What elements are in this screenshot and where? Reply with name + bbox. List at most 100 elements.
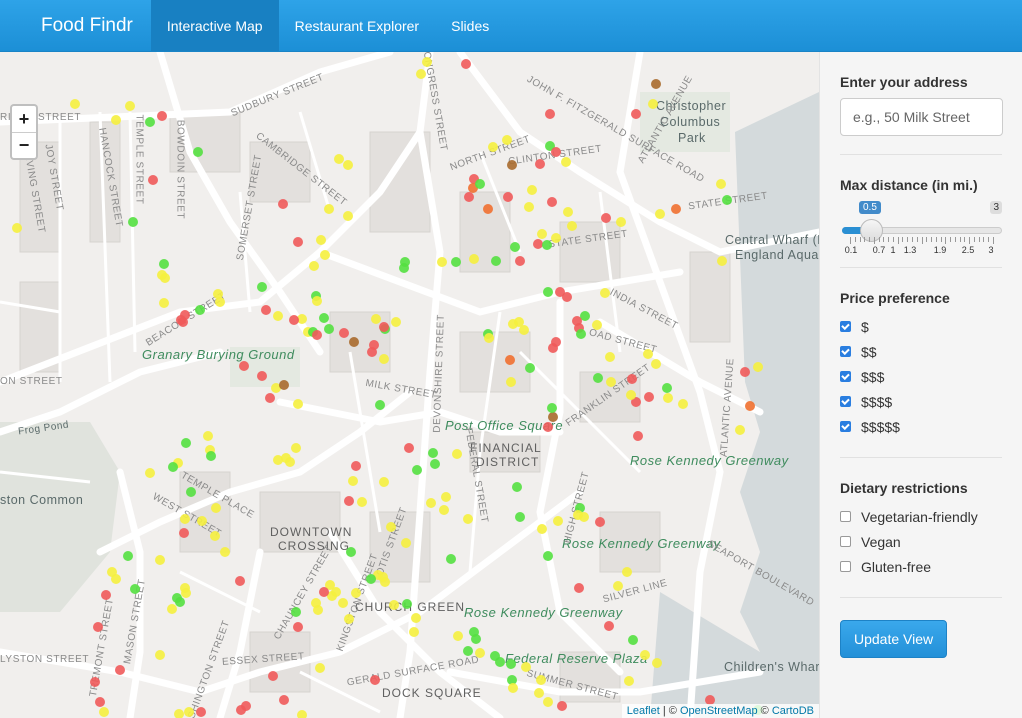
price-option-2[interactable]: $$: [840, 339, 1002, 364]
restaurant-marker[interactable]: [506, 659, 516, 669]
restaurant-marker[interactable]: [643, 349, 653, 359]
restaurant-marker[interactable]: [451, 257, 461, 267]
restaurant-marker[interactable]: [548, 412, 558, 422]
restaurant-marker[interactable]: [128, 217, 138, 227]
restaurant-marker[interactable]: [386, 522, 396, 532]
restaurant-marker[interactable]: [542, 240, 552, 250]
restaurant-marker[interactable]: [211, 503, 221, 513]
restaurant-marker[interactable]: [197, 516, 207, 526]
restaurant-marker[interactable]: [464, 192, 474, 202]
restaurant-marker[interactable]: [268, 671, 278, 681]
restaurant-marker[interactable]: [652, 658, 662, 668]
restaurant-marker[interactable]: [293, 237, 303, 247]
restaurant-marker[interactable]: [309, 261, 319, 271]
zoom-in-button[interactable]: +: [12, 106, 36, 132]
restaurant-marker[interactable]: [343, 211, 353, 221]
restaurant-marker[interactable]: [186, 487, 196, 497]
restaurant-marker[interactable]: [515, 512, 525, 522]
restaurant-marker[interactable]: [527, 185, 537, 195]
restaurant-marker[interactable]: [279, 695, 289, 705]
restaurant-marker[interactable]: [601, 213, 611, 223]
restaurant-marker[interactable]: [547, 403, 557, 413]
restaurant-marker[interactable]: [562, 292, 572, 302]
restaurant-marker[interactable]: [505, 355, 515, 365]
price-option-5[interactable]: $$$$$: [840, 414, 1002, 439]
restaurant-marker[interactable]: [257, 282, 267, 292]
restaurant-marker[interactable]: [439, 505, 449, 515]
restaurant-marker[interactable]: [463, 514, 473, 524]
restaurant-marker[interactable]: [90, 677, 100, 687]
restaurant-marker[interactable]: [627, 374, 637, 384]
restaurant-marker[interactable]: [463, 646, 473, 656]
restaurant-marker[interactable]: [662, 383, 672, 393]
restaurant-marker[interactable]: [574, 583, 584, 593]
restaurant-marker[interactable]: [613, 581, 623, 591]
restaurant-marker[interactable]: [553, 516, 563, 526]
restaurant-marker[interactable]: [159, 259, 169, 269]
restaurant-marker[interactable]: [651, 79, 661, 89]
restaurant-marker[interactable]: [346, 547, 356, 557]
leaflet-link[interactable]: Leaflet: [627, 705, 660, 717]
restaurant-marker[interactable]: [115, 665, 125, 675]
restaurant-marker[interactable]: [145, 468, 155, 478]
dietary-option-vegan[interactable]: Vegan: [840, 529, 1002, 554]
restaurant-marker[interactable]: [293, 399, 303, 409]
restaurant-marker[interactable]: [220, 547, 230, 557]
restaurant-marker[interactable]: [411, 613, 421, 623]
restaurant-marker[interactable]: [628, 635, 638, 645]
address-input[interactable]: [840, 98, 1003, 136]
restaurant-marker[interactable]: [593, 373, 603, 383]
restaurant-marker[interactable]: [239, 361, 249, 371]
restaurant-marker[interactable]: [349, 337, 359, 347]
restaurant-marker[interactable]: [175, 597, 185, 607]
restaurant-marker[interactable]: [483, 204, 493, 214]
restaurant-marker[interactable]: [70, 99, 80, 109]
restaurant-marker[interactable]: [644, 392, 654, 402]
restaurant-marker[interactable]: [475, 648, 485, 658]
brand-logo[interactable]: Food Findr: [0, 0, 151, 51]
restaurant-marker[interactable]: [557, 701, 567, 711]
restaurant-marker[interactable]: [125, 101, 135, 111]
restaurant-marker[interactable]: [551, 147, 561, 157]
restaurant-marker[interactable]: [297, 710, 307, 718]
restaurant-marker[interactable]: [320, 250, 330, 260]
restaurant-marker[interactable]: [563, 207, 573, 217]
update-view-button[interactable]: Update View: [840, 620, 948, 658]
restaurant-marker[interactable]: [159, 298, 169, 308]
restaurant-marker[interactable]: [716, 179, 726, 189]
restaurant-marker[interactable]: [567, 221, 577, 231]
restaurant-marker[interactable]: [375, 400, 385, 410]
restaurant-marker[interactable]: [312, 330, 322, 340]
restaurant-marker[interactable]: [576, 329, 586, 339]
restaurant-marker[interactable]: [380, 577, 390, 587]
restaurant-marker[interactable]: [428, 448, 438, 458]
restaurant-marker[interactable]: [344, 614, 354, 624]
restaurant-marker[interactable]: [273, 311, 283, 321]
restaurant-marker[interactable]: [534, 688, 544, 698]
restaurant-marker[interactable]: [543, 697, 553, 707]
restaurant-marker[interactable]: [351, 588, 361, 598]
restaurant-marker[interactable]: [506, 377, 516, 387]
restaurant-marker[interactable]: [536, 675, 546, 685]
restaurant-marker[interactable]: [338, 598, 348, 608]
restaurant-marker[interactable]: [430, 459, 440, 469]
restaurant-marker[interactable]: [605, 352, 615, 362]
restaurant-marker[interactable]: [543, 551, 553, 561]
restaurant-marker[interactable]: [279, 380, 289, 390]
dietary-option-gluten-free[interactable]: Gluten-free: [840, 554, 1002, 579]
restaurant-marker[interactable]: [409, 627, 419, 637]
restaurant-marker[interactable]: [461, 59, 471, 69]
restaurant-marker[interactable]: [180, 514, 190, 524]
restaurant-marker[interactable]: [123, 551, 133, 561]
restaurant-marker[interactable]: [181, 438, 191, 448]
restaurant-marker[interactable]: [604, 621, 614, 631]
restaurant-marker[interactable]: [404, 443, 414, 453]
restaurant-marker[interactable]: [543, 287, 553, 297]
restaurant-marker[interactable]: [179, 528, 189, 538]
restaurant-marker[interactable]: [600, 288, 610, 298]
restaurant-marker[interactable]: [678, 399, 688, 409]
restaurant-marker[interactable]: [196, 707, 206, 717]
restaurant-marker[interactable]: [519, 325, 529, 335]
restaurant-marker[interactable]: [651, 359, 661, 369]
restaurant-marker[interactable]: [469, 254, 479, 264]
